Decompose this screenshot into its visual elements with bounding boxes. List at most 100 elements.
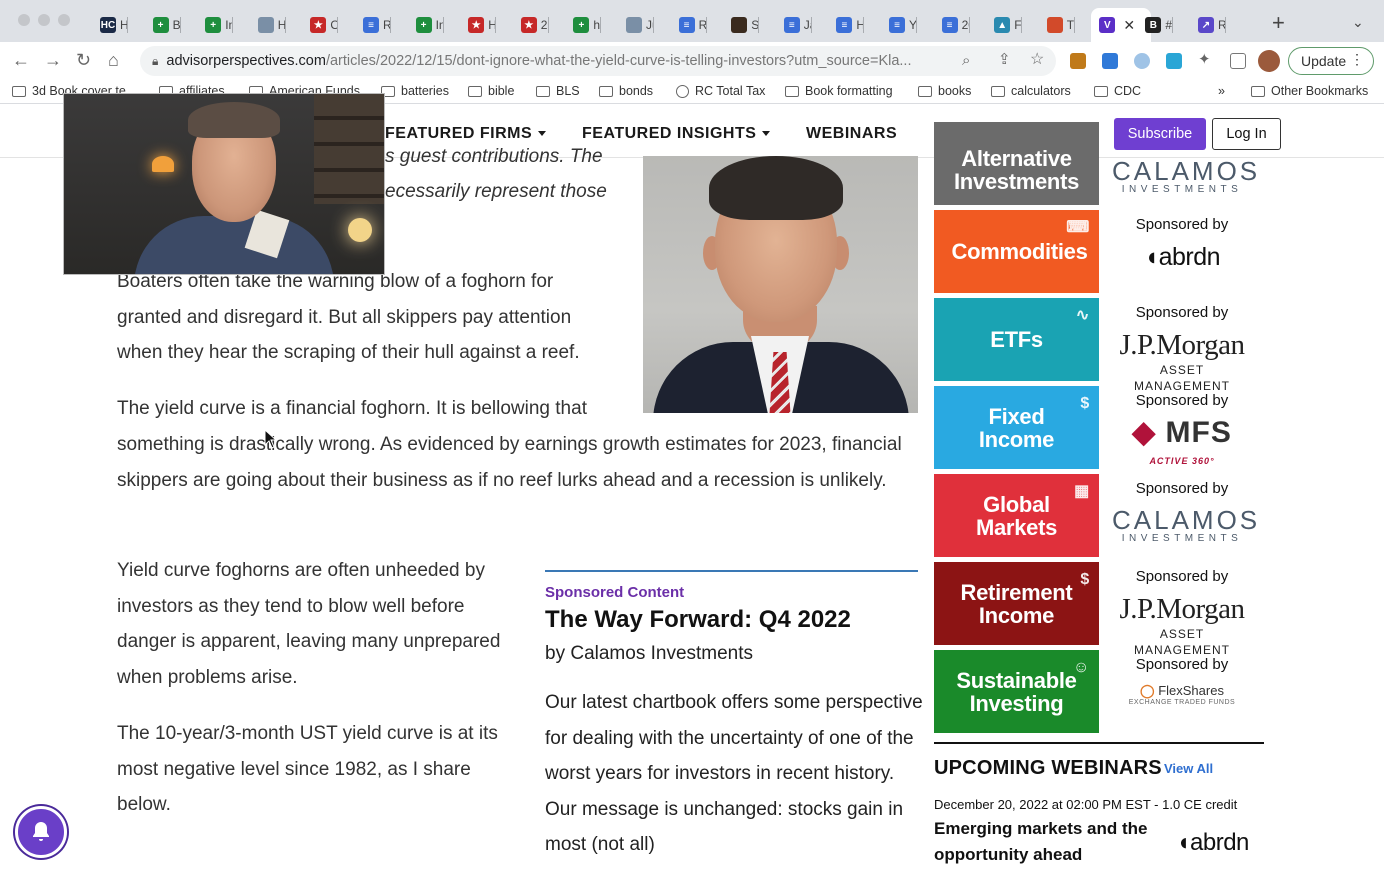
nav-featured-insights[interactable]: FEATURED INSIGHTS: [582, 125, 771, 143]
bookmarks-overflow-button[interactable]: »: [1218, 84, 1225, 98]
sponsor-name: J.P.Morgan: [1119, 593, 1246, 625]
bookmark-item[interactable]: books: [918, 84, 971, 98]
category-tile[interactable]: Alternative Investments: [934, 122, 1099, 205]
nav-webinars[interactable]: WEBINARS: [806, 125, 897, 143]
bookmark-item[interactable]: batteries: [381, 84, 449, 98]
browser-tab[interactable]: ≡Re: [355, 8, 391, 42]
browser-tab[interactable]: B#c: [1137, 8, 1174, 42]
extension-icon[interactable]: [1070, 53, 1086, 69]
sponsor-block[interactable]: Sponsored by ◯ FlexShares EXCHANGE TRADED …: [1112, 656, 1252, 706]
browser-tab[interactable]: ≡Yo: [881, 8, 917, 42]
bookmark-item[interactable]: bible: [468, 84, 514, 98]
forward-arrow-icon[interactable]: →: [44, 50, 62, 70]
window-close-button[interactable]: [18, 14, 30, 26]
sponsor-block[interactable]: Sponsored by J.P.Morgan ASSET MANAGEMENT: [1112, 568, 1252, 658]
share-icon[interactable]: ⇪: [998, 50, 1011, 70]
tab-close-icon[interactable]: ✕: [1123, 17, 1135, 34]
browser-tab[interactable]: ≡Re: [671, 8, 707, 42]
nav-featured-firms[interactable]: FEATURED FIRMS: [385, 125, 547, 143]
sponsor-block[interactable]: Sponsored by J.P.Morgan ASSET MANAGEMENT: [1112, 304, 1252, 394]
login-button[interactable]: Log In: [1212, 118, 1281, 150]
sponsored-title[interactable]: The Way Forward: Q4 2022: [545, 606, 851, 634]
category-tile[interactable]: Commodities ⌨: [934, 210, 1099, 293]
browser-tab[interactable]: ≡He: [828, 8, 865, 42]
extension-icon[interactable]: [1166, 53, 1182, 69]
browser-tab[interactable]: ★20: [513, 8, 549, 42]
browser-tab[interactable]: +Inf: [408, 8, 444, 42]
address-bar[interactable]: 🔒︎ advisorperspectives.com/articles/2022…: [140, 46, 1056, 76]
category-tile-label: Global Markets: [975, 491, 1058, 540]
bookmark-star-icon[interactable]: ☆: [1030, 50, 1044, 70]
side-panel-icon[interactable]: [1230, 53, 1246, 69]
sponsor-subtitle: ASSET MANAGEMENT: [1133, 627, 1230, 657]
category-tile[interactable]: Fixed Income $: [934, 386, 1099, 469]
view-all-link[interactable]: View All: [1164, 761, 1213, 776]
lock-icon: 🔒︎: [152, 53, 159, 68]
bookmark-item[interactable]: RC Total Tax: [676, 84, 765, 98]
browser-tab[interactable]: +his: [565, 8, 602, 42]
browser-tab[interactable]: ↗Ri: [1190, 8, 1226, 42]
browser-tab[interactable]: Ju: [618, 8, 654, 42]
bookmark-item[interactable]: calculators: [991, 84, 1071, 98]
tab-separator: [284, 17, 286, 33]
browser-tab[interactable]: +Bu: [145, 8, 181, 42]
home-icon[interactable]: ⌂: [108, 50, 119, 70]
browser-tab[interactable]: Tr: [1039, 8, 1075, 42]
tab-favicon-icon: ≡: [363, 17, 379, 33]
tab-separator: [495, 17, 497, 33]
mouse-cursor-icon: [264, 429, 278, 449]
window-zoom-button[interactable]: [58, 14, 70, 26]
sponsored-divider: [545, 570, 918, 572]
window-minimize-button[interactable]: [38, 14, 50, 26]
webinar-title[interactable]: Emerging markets and the opportunity ahe…: [934, 816, 1174, 868]
category-tile[interactable]: Global Markets ▦: [934, 474, 1099, 557]
subscribe-button[interactable]: Subscribe: [1114, 118, 1206, 150]
browser-tab[interactable]: Ha: [250, 8, 286, 42]
sponsor-subtitle: ASSET MANAGEMENT: [1133, 363, 1230, 393]
new-tab-button[interactable]: +: [1272, 12, 1285, 34]
tab-favicon-icon: HC: [100, 17, 116, 33]
profile-avatar[interactable]: [1258, 50, 1280, 72]
bookmark-item[interactable]: CDC: [1094, 84, 1141, 98]
author-photo: [643, 156, 918, 413]
category-tile[interactable]: Sustainable Investing ☺: [934, 650, 1099, 733]
zoom-icon[interactable]: ⌕: [962, 52, 988, 69]
notification-bell-button[interactable]: [15, 806, 67, 858]
bookmark-item[interactable]: BLS: [536, 84, 580, 98]
update-button[interactable]: Update ⋮: [1288, 47, 1374, 75]
back-arrow-icon[interactable]: ←: [12, 50, 30, 70]
browser-tab[interactable]: ▲Fir: [986, 8, 1023, 42]
bookmark-item[interactable]: Book formatting: [785, 84, 893, 98]
tab-separator: [1073, 17, 1075, 33]
extension-icon[interactable]: [1102, 53, 1118, 69]
folder-icon: [991, 85, 1005, 97]
reload-icon[interactable]: ↻: [76, 50, 91, 70]
sponsor-block[interactable]: Sponsored by ◖abrdn: [1112, 216, 1252, 272]
sponsor-logo: CALAMOS INVESTMENTS: [1112, 158, 1257, 196]
browser-tab[interactable]: ★Or: [302, 8, 339, 42]
browser-tab[interactable]: ≡Ja: [776, 8, 812, 42]
bookmark-item[interactable]: bonds: [599, 84, 653, 98]
tab-favicon-icon: ↗: [1198, 17, 1214, 33]
browser-tab[interactable]: ≡20: [934, 8, 970, 42]
tab-search-button[interactable]: ⌄: [1352, 14, 1364, 31]
other-bookmarks[interactable]: Other Bookmarks: [1251, 84, 1368, 98]
browser-tab[interactable]: +Inf: [197, 8, 234, 42]
puzzle-icon[interactable]: ✦: [1198, 50, 1211, 70]
webcam-lamp: [152, 156, 174, 172]
extension-icon[interactable]: [1134, 53, 1150, 69]
tab-separator: [1021, 17, 1023, 33]
folder-icon: [468, 85, 482, 97]
category-tile[interactable]: Retirement Income $: [934, 562, 1099, 645]
browser-tab[interactable]: ★Hc: [460, 8, 497, 42]
sponsor-block[interactable]: Sponsored by CALAMOS INVESTMENTS: [1112, 480, 1257, 545]
sponsor-subtitle: EXCHANGE TRADED FUNDS: [1128, 699, 1236, 706]
browser-tab[interactable]: Sh: [723, 8, 760, 42]
sponsored-by-label: Sponsored by: [1135, 480, 1229, 497]
category-tile[interactable]: ETFs ∿: [934, 298, 1099, 381]
sponsor-block[interactable]: CALAMOS INVESTMENTS: [1112, 158, 1257, 196]
tab-favicon-icon: ≡: [783, 17, 800, 33]
sponsor-block[interactable]: Sponsored by ◆ MFS ACTIVE 360°: [1112, 392, 1252, 475]
browser-tab[interactable]: HCHe: [92, 8, 128, 42]
folder-icon: [536, 85, 550, 97]
